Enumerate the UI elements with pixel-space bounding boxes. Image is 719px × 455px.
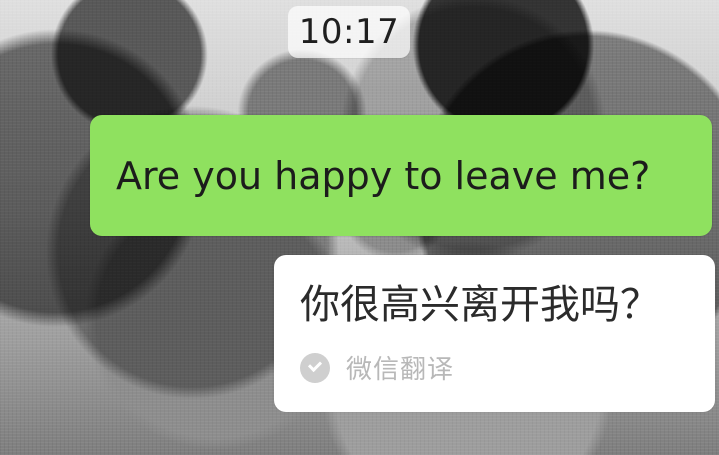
translation-source: 微信翻译 (300, 349, 693, 386)
sent-message-text: Are you happy to leave me? (116, 153, 651, 198)
check-circle-icon (300, 352, 330, 383)
sent-message-bubble[interactable]: Are you happy to leave me? (90, 115, 712, 236)
timestamp-text: 10:17 (298, 12, 400, 52)
translation-text: 你很高兴离开我吗？ (300, 282, 660, 328)
translation-source-label: 微信翻译 (346, 355, 455, 385)
message-timestamp: 10:17 (288, 6, 410, 58)
translation-bubble[interactable]: 你很高兴离开我吗？ 微信翻译 (274, 255, 715, 412)
